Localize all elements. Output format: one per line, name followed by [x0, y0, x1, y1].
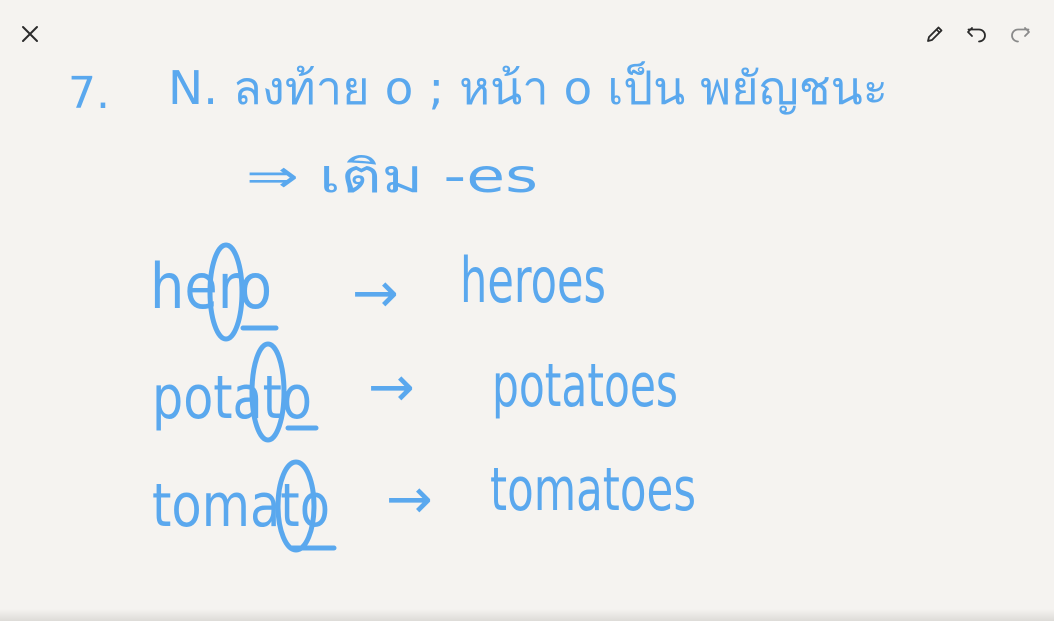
example-row: potato → potatoes: [152, 341, 678, 443]
handwriting-layer: 7. N. ลงท้าย o ; หน้า o เป็น พยัญชนะ ⇒ เ…: [68, 61, 888, 553]
bottom-edge-shadow: [0, 609, 1054, 621]
note-canvas[interactable]: 7. N. ลงท้าย o ; หน้า o เป็น พยัญชนะ ⇒ เ…: [0, 0, 1054, 621]
example-arrow: →: [368, 355, 415, 420]
example-row: hero → heroes: [150, 242, 606, 342]
rule-result: ⇒ เติม -es: [246, 149, 538, 203]
example-plural: potatoes: [492, 351, 678, 421]
example-row: tomato → tomatoes: [152, 455, 696, 553]
example-arrow: →: [352, 261, 399, 326]
example-word: potato: [152, 363, 312, 433]
rule-line: N. ลงท้าย o ; หน้า o เป็น พยัญชนะ: [168, 61, 888, 115]
example-plural: tomatoes: [490, 455, 696, 525]
rule-number: 7.: [68, 68, 110, 119]
example-plural: heroes: [460, 244, 606, 317]
example-word: tomato: [152, 471, 330, 541]
example-arrow: →: [386, 467, 433, 532]
